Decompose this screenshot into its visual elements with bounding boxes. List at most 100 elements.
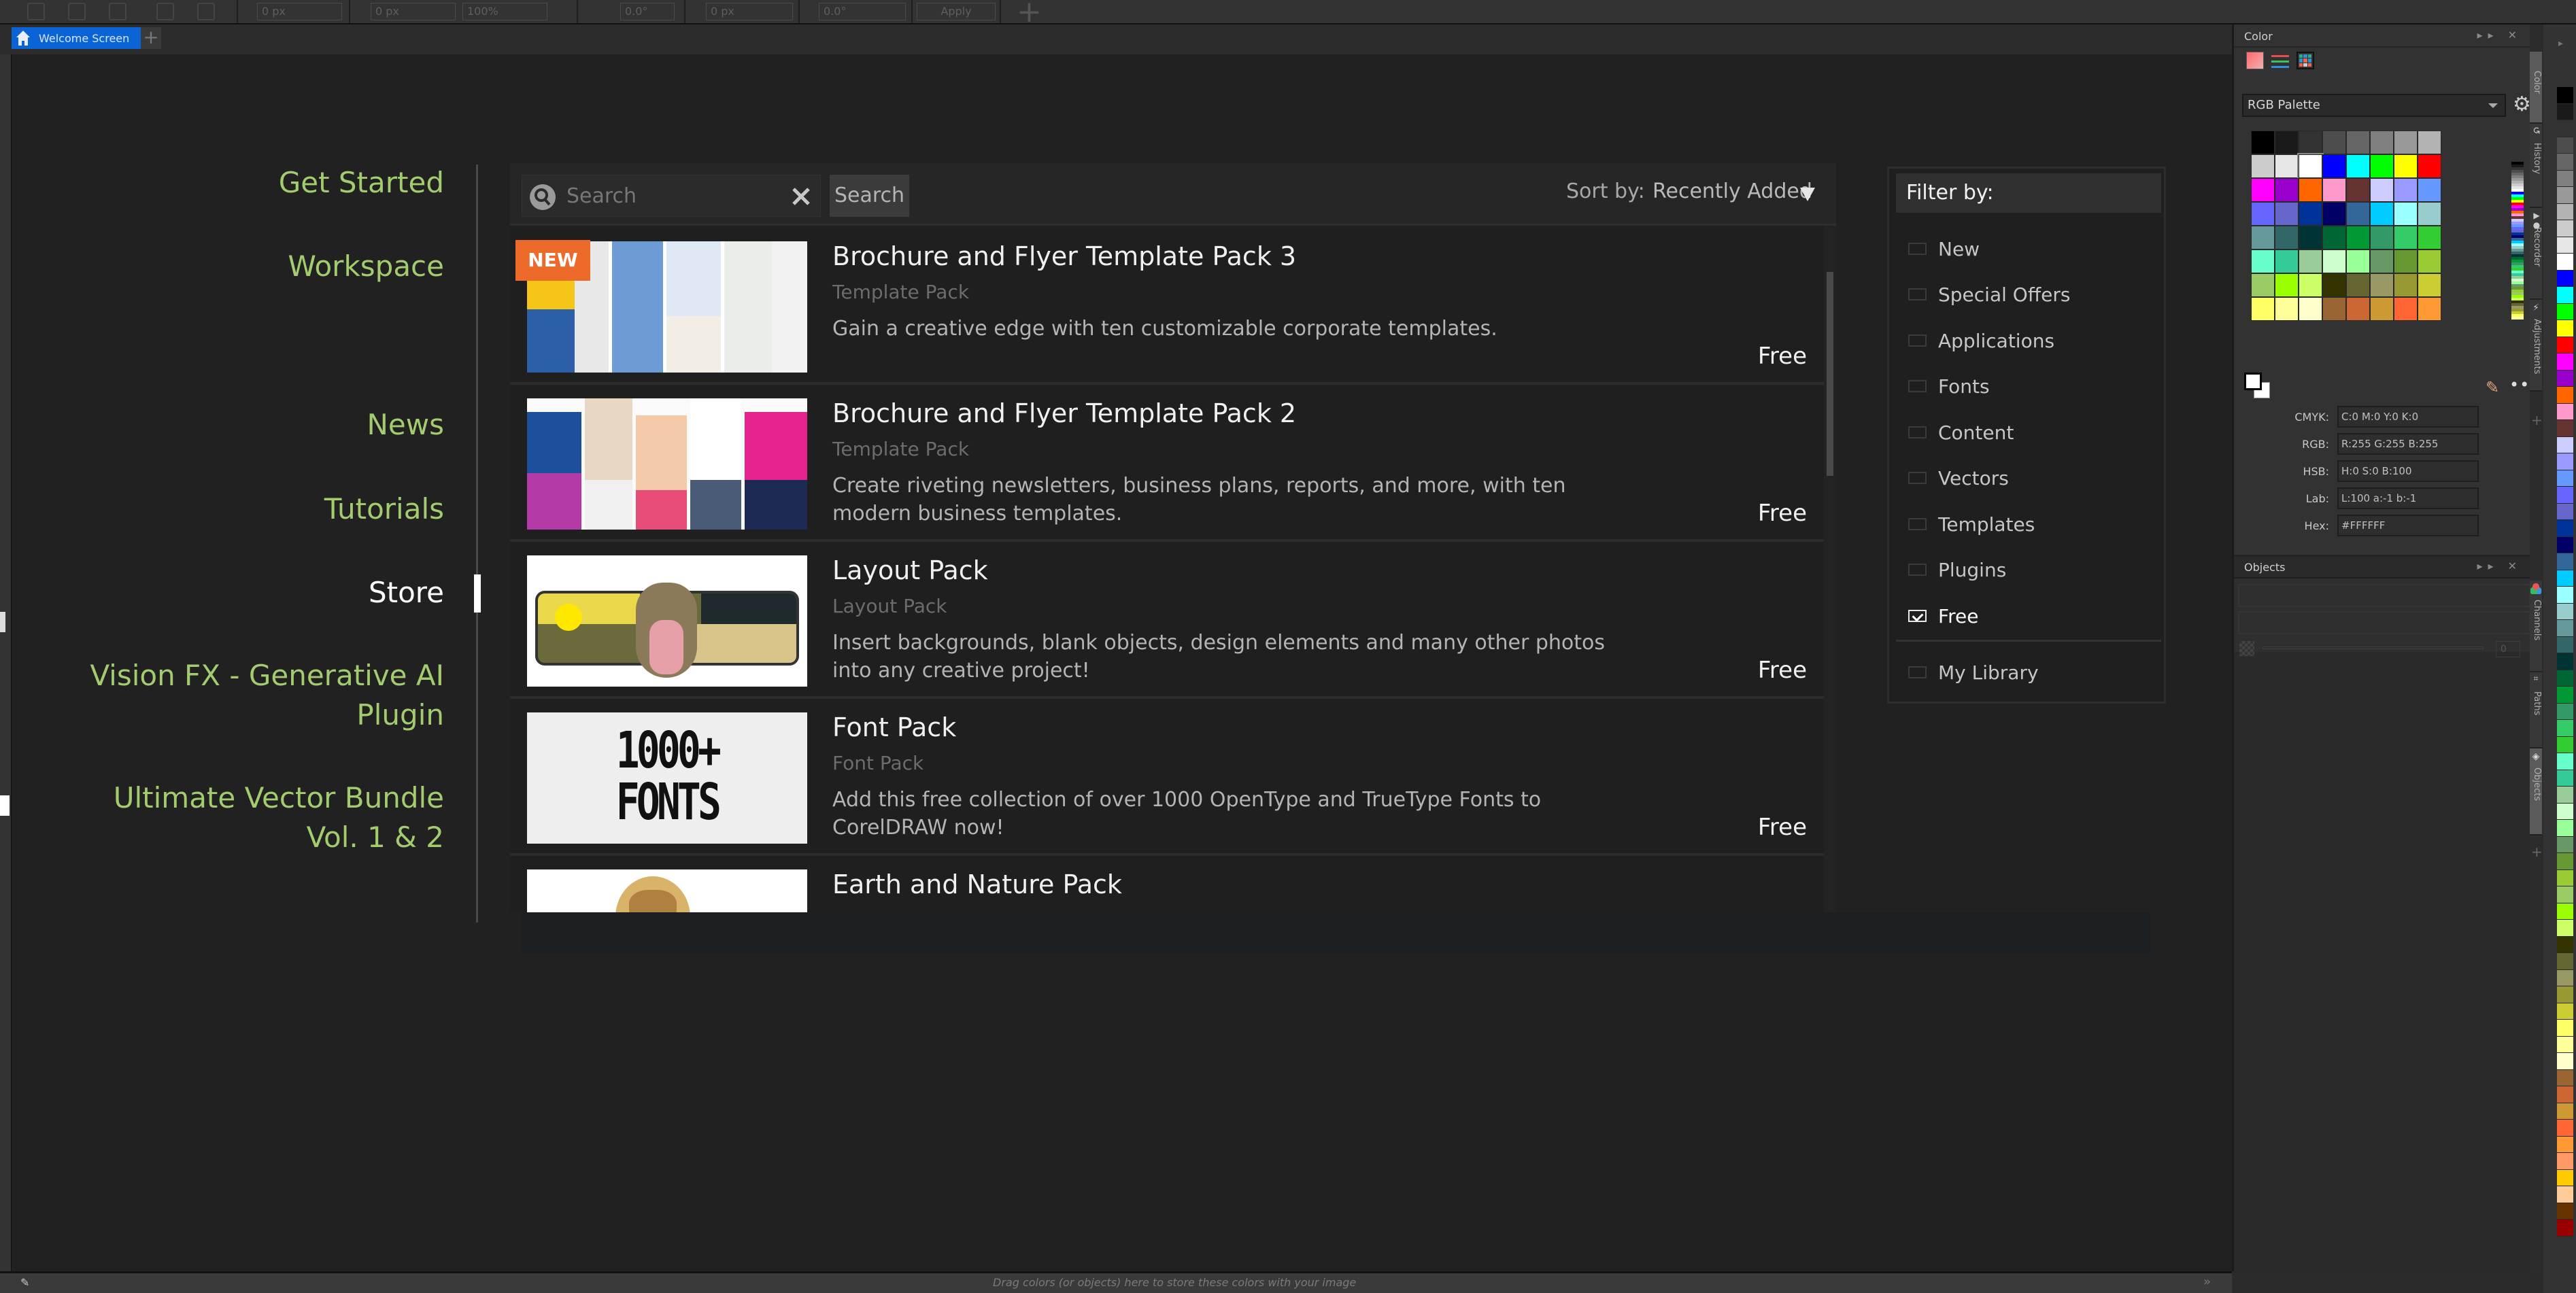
palette-swatch[interactable] [2557,953,2573,970]
palette-swatch[interactable] [2557,903,2573,920]
color-swatch[interactable] [2346,131,2370,154]
x-position-field[interactable]: 0 px [257,3,342,20]
palette-swatch[interactable] [2557,1036,2573,1053]
filter-new[interactable]: New [1908,234,1980,264]
color-sliders-icon[interactable] [2271,52,2289,69]
rotation-field[interactable]: 0.0° [620,3,675,20]
color-swatch[interactable] [2370,226,2394,249]
color-swatch[interactable] [2275,249,2299,273]
color-swatch[interactable] [2418,154,2441,178]
color-swatch[interactable] [2370,131,2394,154]
color-swatch[interactable] [2346,202,2370,226]
color-swatch[interactable] [2370,297,2394,321]
palette-swatch[interactable] [2557,753,2573,770]
palette-swatch[interactable] [2557,270,2573,287]
color-swatch[interactable] [2299,249,2322,273]
color-swatch[interactable] [2322,131,2346,154]
color-swatch[interactable] [2322,154,2346,178]
color-swatch[interactable] [2394,273,2418,297]
filter-content[interactable]: Content [1908,417,2014,447]
palette-swatch[interactable] [2557,536,2573,553]
angle-field[interactable]: 0.0° [819,3,906,20]
color-swatch[interactable] [2394,202,2418,226]
color-swatch[interactable] [2418,202,2441,226]
color-swatch[interactable] [2275,226,2299,249]
color-swatch[interactable] [2418,297,2441,321]
fill-outline-swatch[interactable] [2244,373,2271,400]
palette-swatch[interactable] [2557,287,2573,304]
opacity-slider[interactable] [2263,646,2484,649]
color-swatch[interactable] [2370,178,2394,202]
color-swatch[interactable] [2322,297,2346,321]
new-tab-button[interactable]: + [141,27,161,49]
palette-swatch[interactable] [2557,103,2573,120]
palette-swatch[interactable] [2557,853,2573,870]
vtab-recorder[interactable]: ▶● Recorder [2530,208,2542,300]
nav-news[interactable]: News [367,405,445,445]
vtab-paths[interactable]: ⌗ Paths [2530,672,2542,748]
store-item[interactable]: Brochure and Flyer Template Pack 2 Templ… [510,385,1824,542]
color-swatch[interactable] [2299,178,2322,202]
color-swatch[interactable] [2251,178,2275,202]
panel-controls[interactable]: ▸▸ ✕ [2477,29,2522,41]
palette-swatch[interactable] [2557,886,2573,903]
palette-swatch[interactable] [2557,503,2573,520]
color-swatch[interactable] [2251,202,2275,226]
tool-indicator[interactable] [0,612,5,632]
palette-swatch[interactable] [2557,687,2573,704]
expand-icon[interactable]: » [2203,1275,2211,1289]
nav-workspace[interactable]: Workspace [288,247,444,286]
color-swatch[interactable] [2299,202,2322,226]
color-swatch[interactable] [2418,178,2441,202]
filter-special-offers[interactable]: Special Offers [1908,279,2070,309]
sort-dropdown[interactable]: Recently Added [1653,179,1812,203]
palette-swatch[interactable] [2557,453,2573,470]
filter-fonts[interactable]: Fonts [1908,371,1990,401]
eyedropper-icon[interactable]: ✎ [2486,378,2499,397]
color-viewer-icon[interactable] [2246,52,2264,69]
color-swatch[interactable] [2299,273,2322,297]
nav-vision-fx[interactable]: Vision FX - Generative AI Plugin [80,656,444,735]
filter-applications[interactable]: Applications [1908,326,2054,356]
color-swatch[interactable] [2275,202,2299,226]
palette-swatch[interactable] [2557,587,2573,604]
palette-swatch[interactable] [2557,203,2573,220]
color-swatch-tool[interactable] [0,795,10,816]
palette-swatch[interactable] [2557,1053,2573,1070]
color-swatch[interactable] [2370,154,2394,178]
item-price[interactable]: Free [1758,500,1807,527]
color-swatch[interactable] [2275,297,2299,321]
palette-swatch[interactable] [2557,387,2573,404]
color-swatch[interactable] [2394,154,2418,178]
color-swatch[interactable] [2275,131,2299,154]
checkbox[interactable] [1908,472,1927,484]
vtab-objects[interactable]: ◈ Objects [2530,748,2542,835]
scale-field[interactable]: 100% [462,3,547,20]
align-tool-icon[interactable] [109,3,126,20]
palette-swatch[interactable] [2557,170,2573,187]
palette-swatch[interactable] [2557,436,2573,453]
color-swatch[interactable] [2370,249,2394,273]
palette-swatch[interactable] [2557,470,2573,487]
item-price[interactable]: Free [1758,657,1807,684]
color-swatch[interactable] [2322,249,2346,273]
color-swatch[interactable] [2346,154,2370,178]
checkbox[interactable] [1908,518,1927,530]
rotate-tool-icon[interactable] [27,3,45,20]
color-swatch[interactable] [2418,249,2441,273]
palette-swatch[interactable] [2557,154,2573,171]
checkbox[interactable] [1908,666,1927,678]
color-swatch[interactable] [2346,226,2370,249]
color-swatch[interactable] [2418,273,2441,297]
palette-swatch[interactable] [2557,720,2573,737]
add-icon[interactable]: + [1017,0,1042,27]
color-swatch[interactable] [2275,154,2299,178]
hsb-field[interactable]: H:0 S:0 B:100 [2337,460,2479,482]
color-swatch[interactable] [2346,249,2370,273]
tab-welcome-screen[interactable]: Welcome Screen [12,27,141,49]
checkbox[interactable] [1908,380,1927,392]
item-title[interactable]: Earth and Nature Pack [832,869,1122,899]
color-swatch[interactable] [2346,273,2370,297]
nav-ultimate-vector-bundle[interactable]: Ultimate Vector Bundle Vol. 1 & 2 [104,778,444,857]
palette-swatch[interactable] [2557,320,2573,337]
